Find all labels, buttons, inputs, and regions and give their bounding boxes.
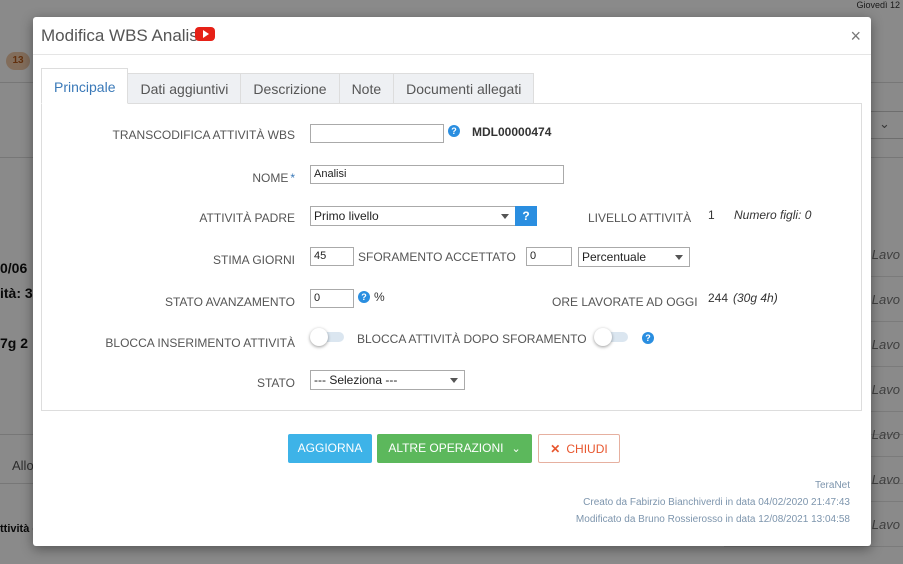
- attivita-padre-label: ATTIVITÀ PADRE: [199, 211, 295, 225]
- required-mark: *: [290, 171, 295, 185]
- stato-value: --- Seleziona ---: [314, 373, 398, 387]
- tab-documenti-allegati[interactable]: Documenti allegati: [394, 73, 535, 104]
- ore-lavorate-value: 244: [708, 291, 729, 305]
- aggiorna-button[interactable]: AGGIORNA: [288, 434, 372, 463]
- blocca-inserimento-toggle[interactable]: [310, 328, 344, 346]
- stima-giorni-input[interactable]: 45: [310, 247, 354, 266]
- attivita-padre-value: Primo livello: [314, 209, 379, 223]
- percent-symbol: %: [374, 290, 385, 304]
- livello-label: LIVELLO ATTIVITÀ: [588, 211, 692, 225]
- modal-header: Modifica WBS Analisi ×: [33, 17, 871, 55]
- transcodifica-label: TRANSCODIFICA ATTIVITÀ WBS: [112, 128, 295, 142]
- chevron-down-icon: [501, 214, 509, 219]
- altre-operazioni-button[interactable]: ALTRE OPERAZIONI ⌄: [377, 434, 532, 463]
- stima-giorni-label: STIMA GIORNI: [212, 253, 295, 267]
- tab-dati-aggiuntivi[interactable]: Dati aggiuntivi: [128, 73, 242, 104]
- nome-input[interactable]: Analisi: [310, 165, 564, 184]
- attivita-padre-select[interactable]: Primo livello: [310, 206, 516, 226]
- close-icon[interactable]: ×: [850, 26, 861, 46]
- chevron-down-icon: [675, 255, 683, 260]
- chiudi-button[interactable]: ✕ CHIUDI: [538, 434, 620, 463]
- altre-operazioni-label: ALTRE OPERAZIONI: [388, 441, 504, 455]
- footer-modified: Modificato da Bruno Rossierosso in data …: [575, 514, 850, 525]
- attivita-padre-help-button[interactable]: ?: [515, 206, 537, 226]
- sforamento-label: SFORAMENTO ACCETTATO: [358, 250, 516, 264]
- footer-company: TeraNet: [814, 480, 850, 491]
- transcodifica-input[interactable]: [310, 124, 444, 143]
- chevron-down-icon: [450, 378, 458, 383]
- blocca-inserimento-label: BLOCCA INSERIMENTO ATTIVITÀ: [105, 336, 295, 350]
- help-icon[interactable]: ?: [642, 332, 654, 344]
- nome-label: NOME *: [252, 171, 295, 185]
- nome-label-text: NOME: [252, 171, 289, 185]
- tab-bar: Principale Dati aggiuntivi Descrizione N…: [41, 68, 535, 104]
- modal-title: Modifica WBS Analisi: [41, 26, 202, 45]
- stato-label: STATO: [256, 376, 295, 390]
- stato-avanzamento-input[interactable]: 0: [310, 289, 354, 308]
- toggle-knob: [594, 328, 612, 346]
- tab-principale[interactable]: Principale: [41, 68, 129, 104]
- stato-select[interactable]: --- Seleziona ---: [310, 370, 465, 390]
- help-icon[interactable]: ?: [448, 125, 460, 137]
- edit-wbs-modal: Modifica WBS Analisi × Principale Dati a…: [33, 17, 871, 546]
- tab-descrizione[interactable]: Descrizione: [241, 73, 340, 104]
- ore-lavorate-label: ORE LAVORATE AD OGGI: [552, 295, 698, 309]
- chiudi-label: CHIUDI: [566, 442, 608, 456]
- chevron-down-icon: ⌄: [511, 443, 521, 455]
- ore-lavorate-detail: (30g 4h): [733, 291, 778, 305]
- close-icon: ✕: [550, 442, 561, 456]
- numero-figli: Numero figli: 0: [734, 208, 812, 222]
- tab-note[interactable]: Note: [339, 73, 395, 104]
- youtube-icon[interactable]: [195, 27, 215, 41]
- toggle-knob: [310, 328, 328, 346]
- form-panel: TRANSCODIFICA ATTIVITÀ WBS ? MDL00000474…: [41, 103, 862, 411]
- livello-value: 1: [708, 208, 715, 222]
- sforamento-tipo-select[interactable]: Percentuale: [578, 247, 690, 267]
- help-icon[interactable]: ?: [358, 291, 370, 303]
- blocca-dopo-sforamento-toggle[interactable]: [594, 328, 628, 346]
- stato-avanzamento-label: STATO AVANZAMENTO: [164, 295, 295, 309]
- blocca-dopo-sforamento-label: BLOCCA ATTIVITÀ DOPO SFORAMENTO: [357, 332, 587, 346]
- footer-created: Creato da Fabirzio Bianchiverdi in data …: [583, 497, 850, 508]
- sforamento-tipo-value: Percentuale: [582, 250, 647, 264]
- wbs-code: MDL00000474: [472, 125, 552, 139]
- sforamento-input[interactable]: 0: [526, 247, 572, 266]
